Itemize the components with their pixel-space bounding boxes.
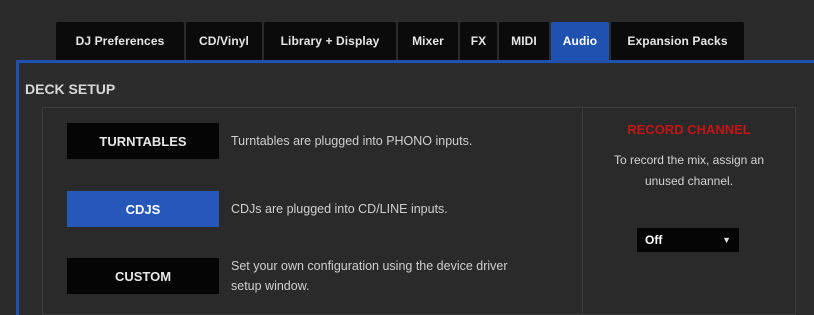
deck-setup-box: TURNTABLES Turntables are plugged into P… xyxy=(42,107,796,315)
record-channel-select-value: Off xyxy=(645,233,663,247)
turntables-description: Turntables are plugged into PHONO inputs… xyxy=(231,134,473,148)
cdjs-button[interactable]: CDJS xyxy=(67,191,219,227)
tab-expansion-packs[interactable]: Expansion Packs xyxy=(611,22,744,60)
custom-button[interactable]: CUSTOM xyxy=(67,258,219,294)
tab-audio[interactable]: Audio xyxy=(551,22,609,60)
preferences-tab-bar: DJ Preferences CD/Vinyl Library + Displa… xyxy=(56,22,744,60)
deck-setup-title: DECK SETUP xyxy=(25,81,116,97)
tab-dj-preferences[interactable]: DJ Preferences xyxy=(56,22,184,60)
tab-midi[interactable]: MIDI xyxy=(499,22,549,60)
chevron-down-icon: ▼ xyxy=(722,235,731,245)
tab-library-display[interactable]: Library + Display xyxy=(264,22,396,60)
turntables-button[interactable]: TURNTABLES xyxy=(67,123,219,159)
tab-cd-vinyl[interactable]: CD/Vinyl xyxy=(186,22,262,60)
record-channel-select[interactable]: Off ▼ xyxy=(637,228,739,252)
tab-fx[interactable]: FX xyxy=(460,22,497,60)
audio-settings-panel: DECK SETUP TURNTABLES Turntables are plu… xyxy=(16,60,814,315)
tab-mixer[interactable]: Mixer xyxy=(398,22,458,60)
record-channel-section: RECORD CHANNEL To record the mix, assign… xyxy=(583,108,795,314)
record-channel-help-text: To record the mix, assign an unused chan… xyxy=(613,153,765,188)
cdjs-description: CDJs are plugged into CD/LINE inputs. xyxy=(231,202,448,216)
custom-description: Set your own configuration using the dev… xyxy=(231,259,508,293)
record-channel-title: RECORD CHANNEL xyxy=(627,122,751,137)
